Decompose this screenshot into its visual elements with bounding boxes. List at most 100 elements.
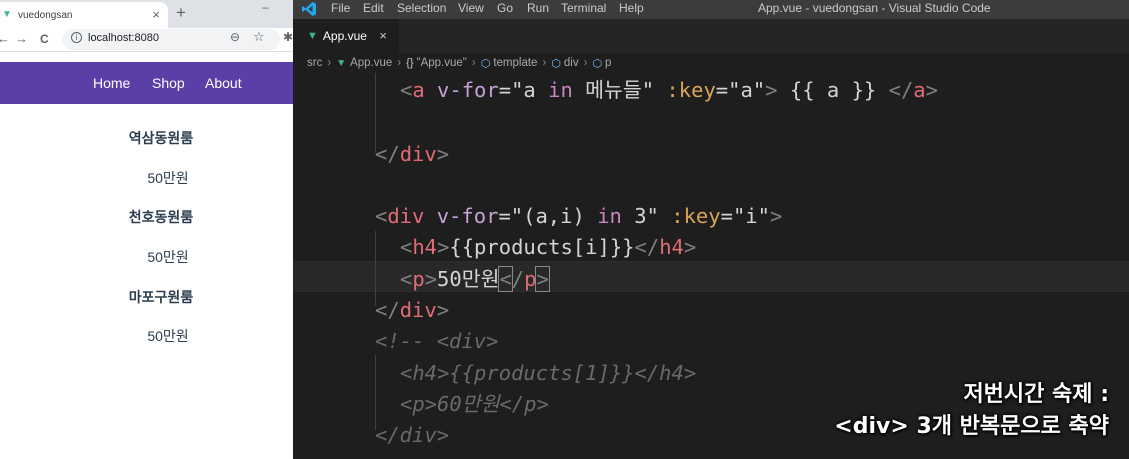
code-token: >: [436, 298, 450, 322]
breadcrumb: src › ▼ App.vue › {} "App.vue" › ⬡ templ…: [293, 53, 1129, 73]
code-token: {{products[i]}}: [449, 235, 635, 259]
zoom-icon[interactable]: ⊖: [230, 30, 240, 44]
extension-icon[interactable]: ✱: [283, 30, 293, 44]
code-line: </div>: [375, 142, 449, 166]
product-price: 50만원: [147, 170, 189, 186]
code-token: >: [437, 235, 450, 259]
breadcrumb-p[interactable]: p: [605, 57, 611, 69]
breadcrumb-template[interactable]: template: [493, 57, 537, 69]
address-bar[interactable]: i localhost:8080 ⊖ ☆: [62, 29, 280, 50]
product-name: 천호동원룸: [128, 209, 194, 225]
menu-selection[interactable]: Selection: [397, 1, 446, 15]
breadcrumb-src[interactable]: src: [307, 57, 322, 69]
breadcrumb-file[interactable]: App.vue: [350, 57, 392, 69]
site-navbar: Home Shop About: [0, 62, 293, 104]
url-text[interactable]: localhost:8080: [88, 32, 159, 44]
code-line: <h4>{{products[i]}}</h4>: [400, 235, 696, 259]
code-token: >: [436, 142, 450, 166]
code-token: </: [375, 298, 400, 322]
code-token: </: [375, 142, 400, 166]
subtitle-line-2: <div> 3개 반복문으로 축약: [834, 414, 1109, 439]
code-token: >: [925, 78, 938, 102]
close-tab-icon[interactable]: ×: [152, 7, 160, 22]
editor-tab-app-vue[interactable]: ▼ App.vue ×: [293, 19, 399, 53]
vue-favicon-icon: ▼: [2, 9, 12, 20]
code-token: div: [399, 298, 437, 322]
indent-guide: [375, 231, 376, 306]
browser-tab-bar: ▼ vuedongsan × + –: [0, 0, 293, 28]
code-token: =: [715, 78, 729, 102]
chevron-right-icon: ›: [327, 57, 332, 69]
chevron-right-icon: ›: [397, 57, 402, 69]
browser-window: ▼ vuedongsan × + – ← → C i localhost:808…: [0, 0, 293, 459]
code-token: in: [597, 204, 622, 228]
code-token: div: [399, 142, 437, 166]
code-token: "a": [728, 78, 766, 102]
code-token: <: [498, 266, 513, 292]
code-token: a: [913, 78, 926, 102]
minimize-icon[interactable]: –: [262, 0, 269, 14]
code-token: "a: [511, 78, 549, 102]
code-token: >: [765, 78, 778, 102]
vue-file-icon: ▼: [307, 30, 318, 42]
code-token: {{ a }}: [777, 78, 889, 102]
vscode-logo-icon: [302, 2, 316, 16]
forward-icon[interactable]: →: [15, 31, 28, 46]
code-token: >: [535, 266, 550, 292]
new-tab-icon[interactable]: +: [176, 3, 186, 23]
nav-link-shop[interactable]: Shop: [152, 75, 185, 91]
code-token: in: [548, 78, 573, 102]
menu-help[interactable]: Help: [619, 1, 644, 15]
menu-file[interactable]: File: [331, 1, 350, 15]
code-line: <h4>{{products[1]}}</h4>: [400, 361, 697, 385]
breadcrumb-div[interactable]: div: [564, 57, 579, 69]
menu-terminal[interactable]: Terminal: [561, 1, 606, 15]
code-token: >: [424, 267, 438, 291]
nav-link-about[interactable]: About: [205, 75, 242, 91]
cube-icon: ⬡: [592, 57, 603, 70]
code-token: =: [498, 204, 511, 228]
code-token: "(a,i): [510, 204, 598, 228]
braces-icon: {}: [406, 57, 414, 69]
chevron-right-icon: ›: [583, 57, 588, 69]
code-token: =: [720, 204, 733, 228]
product-name: 마포구원룸: [128, 289, 194, 305]
menu-go[interactable]: Go: [497, 1, 513, 15]
product-price: 50만원: [147, 249, 189, 265]
code-token: a: [412, 78, 425, 102]
reload-icon[interactable]: C: [40, 32, 49, 46]
code-token: v-for: [436, 204, 499, 228]
code-token: <: [400, 235, 413, 259]
nav-link-home[interactable]: Home: [93, 75, 130, 91]
browser-tab[interactable]: ▼ vuedongsan ×: [0, 2, 168, 28]
browser-toolbar: ← → C i localhost:8080 ⊖ ☆: [0, 28, 293, 52]
indent-guide: [375, 355, 376, 430]
code-token: <: [400, 267, 413, 291]
code-token: </: [888, 78, 914, 102]
chevron-right-icon: ›: [542, 57, 547, 69]
code-token: <: [400, 78, 413, 102]
code-line: <!-- <div>: [375, 329, 499, 353]
code-token: </: [634, 235, 660, 259]
vscode-titlebar: File Edit Selection View Go Run Terminal…: [293, 0, 1129, 19]
back-icon[interactable]: ←: [0, 31, 10, 46]
subtitle-line-1: 저번시간 숙제 :: [963, 382, 1109, 407]
menu-run[interactable]: Run: [527, 1, 549, 15]
menu-edit[interactable]: Edit: [363, 1, 384, 15]
breadcrumb-component[interactable]: "App.vue": [417, 57, 467, 69]
code-token: :key: [671, 204, 721, 228]
editor-tab-bar: ▼ App.vue ×: [293, 19, 1129, 53]
indent-guide: [375, 73, 376, 153]
code-token: 메뉴들": [572, 78, 667, 102]
menu-view[interactable]: View: [458, 1, 484, 15]
product-price: 50만원: [147, 328, 189, 344]
code-token: h4: [412, 235, 438, 259]
bookmark-star-icon[interactable]: ☆: [253, 29, 265, 45]
code-token: 50만원: [437, 267, 500, 291]
code-token: p: [412, 267, 425, 291]
code-token: :key: [666, 78, 716, 102]
window-title: App.vue - vuedongsan - Visual Studio Cod…: [758, 1, 991, 15]
close-tab-icon[interactable]: ×: [379, 28, 387, 43]
info-icon[interactable]: i: [71, 32, 82, 43]
code-line: </div>: [375, 298, 449, 322]
